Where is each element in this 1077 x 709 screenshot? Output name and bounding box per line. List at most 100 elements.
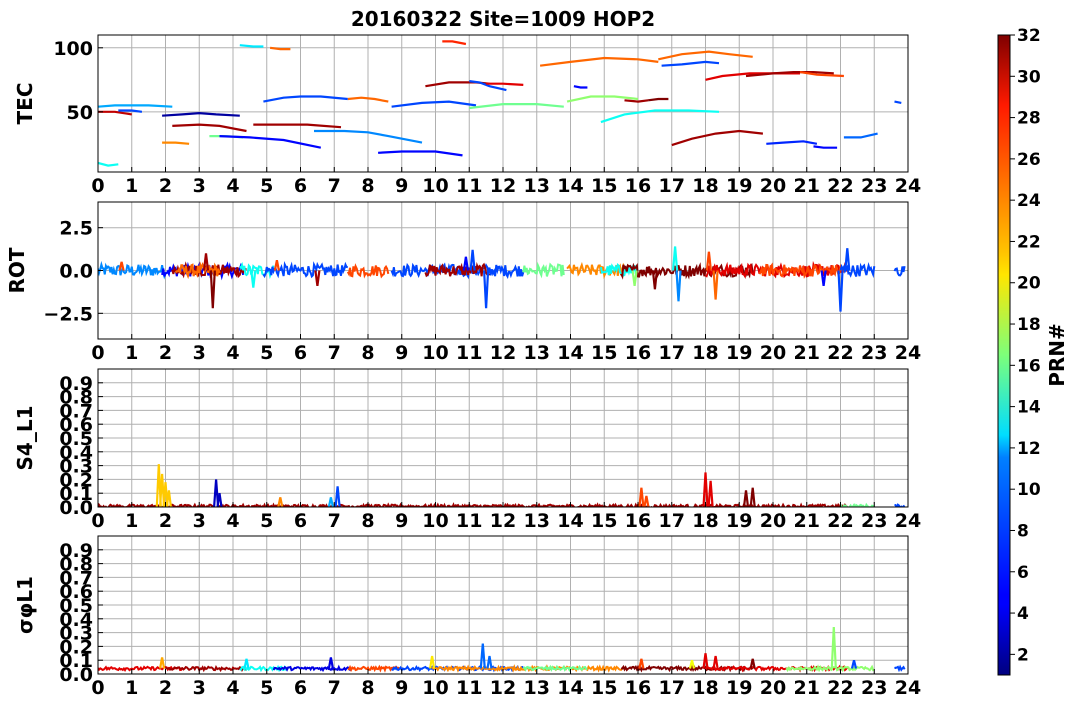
x-tick-label: 22 [827,342,853,364]
x-tick-label: 18 [692,510,718,532]
series-prn-7 [661,60,720,67]
x-tick-label: 9 [395,510,408,532]
data-lines [98,627,906,673]
x-tick-label: 11 [456,510,482,532]
series-prn-5 [219,135,322,149]
series-prn-7 [391,100,477,108]
x-tick-label: 5 [260,510,273,532]
x-tick-label: 18 [692,342,718,364]
x-tick-label: 13 [524,677,550,699]
x-tick-label: 10 [422,510,448,532]
series-prn-7 [893,664,906,673]
colorbar-tick-label: 6 [1017,563,1029,583]
x-tick-label: 9 [395,175,408,197]
spike-prn-4 [327,657,334,669]
colorbar-tick-label: 18 [1017,315,1041,335]
x-tick-label: 6 [294,342,307,364]
spike-prn-29 [707,480,714,507]
chart-title: 20160322 Site=1009 HOP2 [351,7,655,31]
x-tick-label: 6 [294,175,307,197]
x-tick-label: 5 [260,175,273,197]
y-tick-label: 0.9 [59,540,93,562]
x-tick-label: 12 [490,342,516,364]
spike-prn-7 [334,486,341,507]
spike-prn-22 [165,490,172,507]
spike-prn-17 [631,270,638,287]
x-tick-label: 7 [328,510,341,532]
x-tick-label: 0 [91,175,104,197]
y-axis-label: σφL1 [13,576,37,634]
x-tick-label: 12 [490,677,516,699]
series-prn-7 [894,100,902,104]
x-tick-label: 23 [861,175,887,197]
series-prn-6 [766,140,818,145]
spike-prn-32 [742,490,750,507]
colorbar-tick-label: 20 [1017,274,1041,294]
spike-prn-32 [209,270,216,309]
spike-prn-25 [712,270,719,300]
colorbar-tick-label: 12 [1017,439,1041,459]
grid [97,369,909,508]
panel-1: 0 1 2 3 4 5 6 7 8 9 10 11 12 13 14 15 16 17 18 19 20 21 22 23 24… [13,34,921,197]
x-tick-label: 22 [827,175,853,197]
spike-prn-17 [830,627,837,669]
x-tick-label: 17 [659,510,685,532]
colorbar-tick-label: 10 [1017,480,1041,500]
x-tick-label: 7 [328,175,341,197]
series-prn-31 [172,123,247,133]
data-lines [98,464,906,507]
x-tick-label: 21 [794,510,820,532]
x-tick-label: 14 [557,175,583,197]
x-tick-label: 20 [760,510,786,532]
x-tick-label: 15 [591,677,617,699]
x-tick-label: 17 [659,175,685,197]
series-prn-29 [486,82,524,86]
series-prn-31 [98,501,848,507]
x-tick-label: 16 [625,175,651,197]
series-prn-31 [164,664,247,673]
x-tick-label: 21 [794,677,820,699]
colorbar-tick-label: 2 [1017,645,1029,665]
x-tick-label: 23 [861,342,887,364]
spike-prn-31 [314,270,321,287]
colorbar: 2468101214161820222426283032 PRN# [997,26,1069,676]
colorbar-label: PRN# [1045,323,1069,387]
x-tick-label: 11 [456,677,482,699]
x-tick-label: 3 [193,677,206,699]
series-prn-7 [263,95,348,103]
x-tick-label: 1 [125,175,138,197]
colorbar-tick-label: 32 [1017,26,1041,46]
y-tick-label: 50 [67,102,93,124]
colorbar-tick-label: 22 [1017,232,1041,252]
x-tick-label: 6 [294,510,307,532]
x-tick-label: 4 [226,342,239,364]
series-prn-13 [98,161,119,167]
x-tick-label: 22 [827,677,853,699]
panel-2: 0 1 2 3 4 5 6 7 8 9 10 11 12 13 14 15 16 17 18 19 20 21 22 23 24… [5,201,921,364]
x-tick-label: 23 [861,677,887,699]
x-tick-label: 17 [659,677,685,699]
x-tick-label: 18 [692,175,718,197]
figure: 20160322 Site=1009 HOP2 0 1 2 3 4 5 6 7 8 9 10 11 12… [5,7,1069,699]
x-tick-label: 8 [361,677,374,699]
x-tick-label: 14 [557,677,583,699]
x-tick-label: 17 [659,342,685,364]
x-tick-label: 2 [159,677,172,699]
x-tick-label: 11 [456,342,482,364]
panels: 0 1 2 3 4 5 6 7 8 9 10 11 12 13 14 15 16 17 18 19 20 21 22 23 24… [5,34,921,699]
x-tick-label: 2 [159,342,172,364]
y-tick-label: 0.9 [59,373,93,395]
y-tick-label: 2.5 [59,218,93,240]
x-tick-label: 2 [159,510,172,532]
spike-prn-13 [250,270,257,288]
spike-prn-26 [643,495,650,507]
x-tick-label: 12 [490,175,516,197]
x-tick-label: 12 [490,510,516,532]
spike-prn-26 [273,259,280,271]
spike-prn-8 [486,655,493,669]
x-tick-label: 15 [591,175,617,197]
x-tick-label: 11 [456,175,482,197]
series-prn-10 [98,104,173,108]
series-prn-32 [647,97,669,102]
x-tick-label: 24 [895,510,921,532]
